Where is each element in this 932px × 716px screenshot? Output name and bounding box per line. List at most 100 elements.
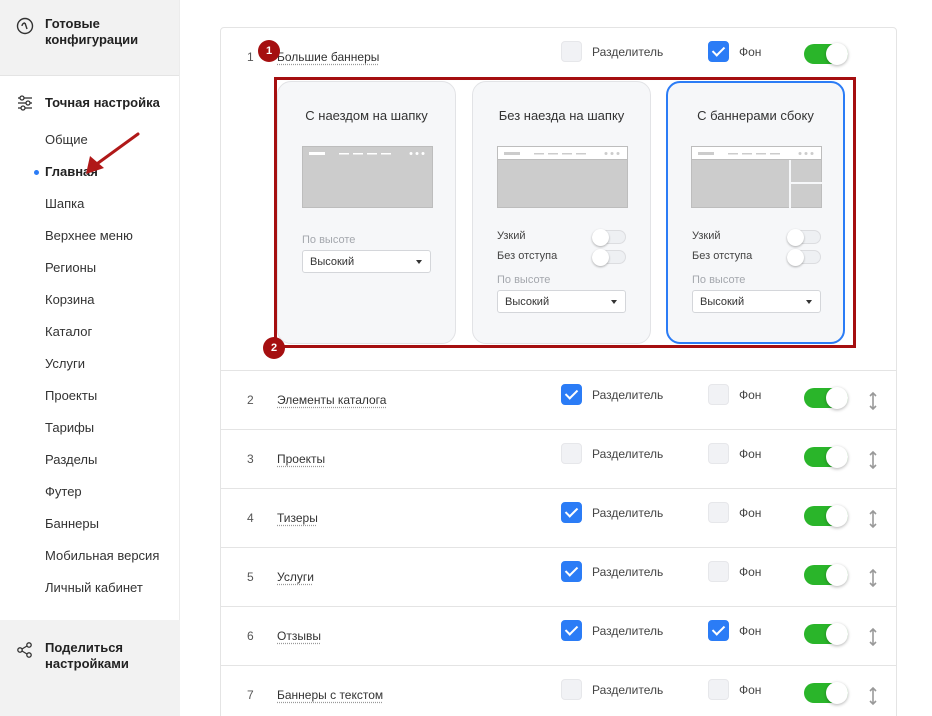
divider-label: Разделитель (592, 388, 664, 402)
divider-label: Разделитель (592, 624, 664, 638)
annotation-highlight-box (274, 77, 856, 348)
sidebar-item-label: Корзина (45, 292, 95, 307)
block-name[interactable]: Отзывы (277, 629, 321, 643)
background-label: Фон (739, 447, 762, 461)
divider-label: Разделитель (592, 506, 664, 520)
fine-tuning-header[interactable]: Точная настройка (0, 93, 179, 113)
sidebar-item[interactable]: Баннеры (0, 514, 179, 546)
row-number: 4 (247, 511, 254, 525)
sidebar-item[interactable]: Услуги (0, 354, 179, 386)
divider-checkbox[interactable] (561, 443, 582, 464)
drag-handle-icon[interactable] (869, 450, 877, 470)
background-checkbox[interactable] (708, 620, 729, 641)
sidebar-item-label: Тарифы (45, 420, 95, 435)
drag-handle-icon[interactable] (869, 627, 877, 647)
sidebar-item[interactable]: Регионы (0, 258, 179, 290)
divider-label: Разделитель (592, 447, 664, 461)
block-toggle-switch[interactable] (804, 564, 848, 586)
row-number: 2 (247, 393, 254, 407)
background-label: Фон (739, 683, 762, 697)
row-number: 5 (247, 570, 254, 584)
sidebar-item-label: Верхнее меню (45, 228, 133, 243)
block-name-large-banners[interactable]: Большие баннеры (277, 50, 379, 64)
ready-configurations-line-1: Готовые (45, 16, 100, 31)
background-checkbox[interactable] (708, 502, 729, 523)
share-settings-title: Поделиться настройками (45, 640, 129, 672)
drag-handle-icon[interactable] (869, 509, 877, 529)
sidebar-item[interactable]: Шапка (0, 194, 179, 226)
sidebar-item-label: Проекты (45, 388, 98, 403)
fine-tuning-title: Точная настройка (45, 95, 160, 110)
ready-configurations-icon (16, 17, 34, 35)
divider-checkbox[interactable] (561, 384, 582, 405)
fine-tuning-menu: Общие Главная Шапка Верхнее меню Регионы Корз… (0, 130, 179, 610)
sidebar-item[interactable]: Разделы (0, 450, 179, 482)
row-number: 1 (247, 50, 254, 64)
sidebar-item[interactable]: Тарифы (0, 418, 179, 450)
drag-handle-icon[interactable] (869, 391, 877, 411)
block-name[interactable]: Услуги (277, 570, 314, 584)
block-row: 3 Проекты Разделитель Фон (221, 429, 896, 488)
drag-handle-icon[interactable] (869, 568, 877, 588)
divider-checkbox[interactable] (561, 620, 582, 641)
sidebar-item[interactable]: Футер (0, 482, 179, 514)
sidebar-item-label: Футер (45, 484, 82, 499)
divider-label: Разделитель (592, 683, 664, 697)
sidebar-item-label: Услуги (45, 356, 85, 371)
annotation-badge-1: 1 (258, 40, 280, 62)
sidebar-item[interactable]: Каталог (0, 322, 179, 354)
sidebar-item-label: Разделы (45, 452, 98, 467)
annotation-arrow-icon (86, 132, 140, 174)
background-checkbox[interactable] (708, 384, 729, 405)
block-name[interactable]: Тизеры (277, 511, 318, 525)
sidebar-item-label: Регионы (45, 260, 97, 275)
sidebar-item-label: Шапка (45, 196, 85, 211)
block-name[interactable]: Элементы каталога (277, 393, 386, 407)
share-settings-line-2: настройками (45, 656, 129, 671)
block-name[interactable]: Баннеры с текстом (277, 688, 383, 702)
block-toggle-switch[interactable] (804, 623, 848, 645)
block-name[interactable]: Проекты (277, 452, 325, 466)
row-number: 3 (247, 452, 254, 466)
block-toggle-switch[interactable] (804, 43, 848, 65)
block-row: 5 Услуги Разделитель Фон (221, 547, 896, 606)
block-toggle-switch[interactable] (804, 387, 848, 409)
divider-label: Разделитель (592, 45, 664, 59)
background-checkbox[interactable] (708, 679, 729, 700)
sidebar-item[interactable]: Личный кабинет (0, 578, 179, 610)
background-label: Фон (739, 388, 762, 402)
block-row: 7 Баннеры с текстом Разделитель Фон (221, 665, 896, 716)
block-row: 2 Элементы каталога Разделитель Фон (221, 370, 896, 429)
settings-sidebar: Готовые конфигурации Точная настройка Об… (0, 0, 180, 716)
block-toggle-switch[interactable] (804, 446, 848, 468)
sidebar-item[interactable]: Мобильная версия (0, 546, 179, 578)
divider-checkbox[interactable] (561, 679, 582, 700)
background-checkbox[interactable] (708, 41, 729, 62)
divider-label: Разделитель (592, 565, 664, 579)
block-toggle-switch[interactable] (804, 505, 848, 527)
sidebar-item-label: Мобильная версия (45, 548, 160, 563)
background-checkbox[interactable] (708, 443, 729, 464)
divider-checkbox[interactable] (561, 502, 582, 523)
background-label: Фон (739, 45, 762, 59)
divider-checkbox[interactable] (561, 41, 582, 62)
active-dot-icon (34, 170, 39, 175)
background-checkbox[interactable] (708, 561, 729, 582)
sidebar-item-label: Личный кабинет (45, 580, 143, 595)
sidebar-item-label: Каталог (45, 324, 93, 339)
drag-handle-icon[interactable] (869, 686, 877, 706)
share-settings-button[interactable]: Поделиться настройками (0, 620, 180, 716)
row-number: 6 (247, 629, 254, 643)
block-toggle-switch[interactable] (804, 682, 848, 704)
divider-checkbox[interactable] (561, 561, 582, 582)
sidebar-item[interactable]: Корзина (0, 290, 179, 322)
sidebar-item[interactable]: Верхнее меню (0, 226, 179, 258)
background-label: Фон (739, 506, 762, 520)
ready-configurations-button[interactable]: Готовые конфигурации (0, 0, 179, 76)
block-row: 4 Тизеры Разделитель Фон (221, 488, 896, 547)
sidebar-item[interactable]: Проекты (0, 386, 179, 418)
share-settings-line-1: Поделиться (45, 640, 124, 655)
background-label: Фон (739, 624, 762, 638)
share-icon (17, 642, 32, 658)
sidebar-item-label: Баннеры (45, 516, 99, 531)
